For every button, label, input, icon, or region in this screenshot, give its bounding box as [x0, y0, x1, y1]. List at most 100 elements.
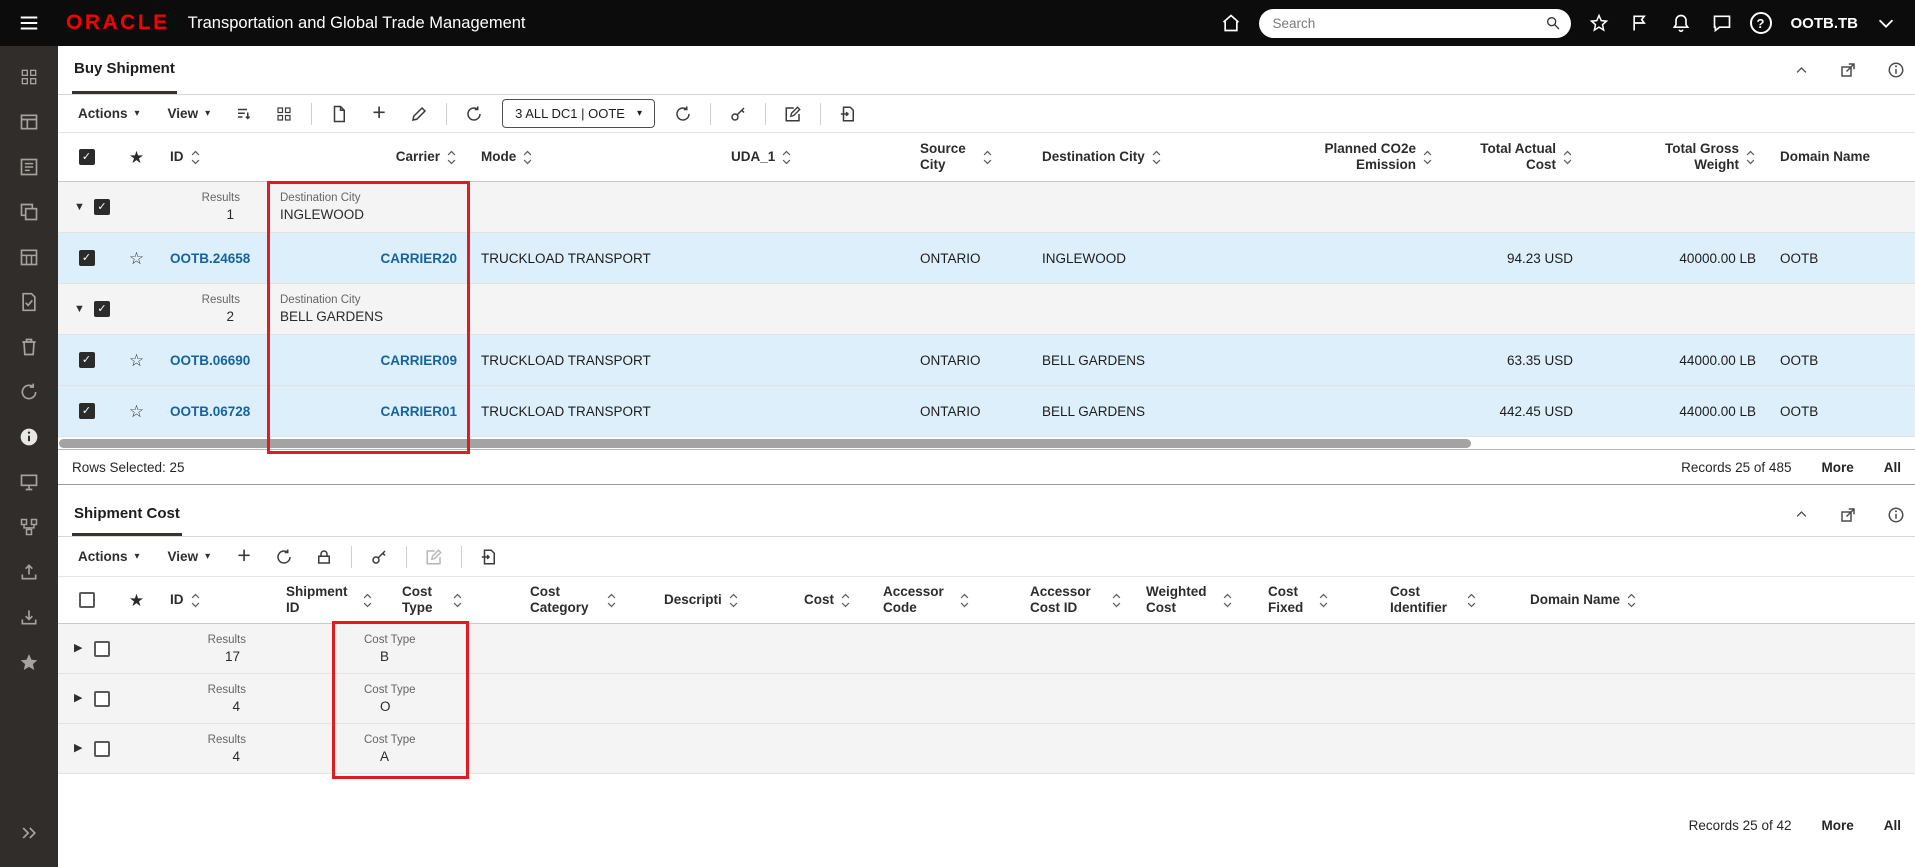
shipment-row[interactable]: ☆ OOTB.06728 CARRIER01 TRUCKLOAD TRANSPO… — [58, 386, 1915, 437]
panel-info-icon[interactable] — [1887, 506, 1905, 524]
column-header-cost-identifier[interactable]: Cost Identifier — [1378, 577, 1518, 623]
document-check-icon[interactable] — [0, 279, 58, 324]
sort-icon[interactable] — [606, 592, 617, 609]
mass-edit-button[interactable] — [418, 542, 450, 572]
column-header-mode[interactable]: Mode — [469, 133, 719, 181]
group-row[interactable]: ▼ Results 2 Destination City BELL GARDEN… — [58, 284, 1915, 335]
sort-icon[interactable] — [781, 149, 792, 166]
column-header-uda1[interactable]: UDA_1 — [719, 133, 908, 181]
column-header-weighted-cost[interactable]: Weighted Cost — [1134, 577, 1256, 623]
column-header-carrier[interactable]: Carrier — [268, 133, 469, 181]
export-button[interactable] — [473, 542, 505, 572]
group-checkbox[interactable] — [94, 199, 110, 215]
expand-group-icon[interactable]: ▶ — [74, 643, 86, 654]
add-button[interactable]: + — [363, 99, 395, 129]
row-checkbox[interactable] — [78, 352, 95, 368]
collapse-panel-icon[interactable] — [1794, 63, 1809, 78]
column-header-description[interactable]: Descripti — [652, 577, 792, 623]
favorite-column-icon[interactable]: ★ — [129, 592, 144, 609]
shipments-table-icon[interactable] — [0, 99, 58, 144]
open-in-new-window-icon[interactable] — [1839, 506, 1857, 524]
sort-icon[interactable] — [1422, 149, 1433, 166]
column-header-id[interactable]: ID — [158, 133, 268, 181]
sort-icon[interactable] — [1466, 592, 1477, 609]
collapse-group-icon[interactable]: ▼ — [74, 201, 86, 213]
carrier-link[interactable]: CARRIER20 — [380, 251, 457, 266]
sort-icon[interactable] — [522, 149, 533, 166]
sort-icon[interactable] — [1111, 592, 1122, 609]
sort-icon[interactable] — [1318, 592, 1329, 609]
column-header-destination-city[interactable]: Destination City — [1030, 133, 1280, 181]
row-checkbox[interactable] — [78, 403, 95, 419]
column-header-accessorial-code[interactable]: Accessor Code — [871, 577, 1018, 623]
sort-icon[interactable] — [1562, 149, 1573, 166]
sort-icon[interactable] — [1745, 149, 1756, 166]
workflow-icon[interactable] — [0, 504, 58, 549]
horizontal-scrollbar-thumb[interactable] — [59, 438, 1471, 448]
edit-button[interactable] — [403, 99, 435, 129]
shipment-id-link[interactable]: OOTB.06728 — [170, 404, 250, 419]
column-header-source-city[interactable]: Source City — [908, 133, 1030, 181]
column-header-domain-name[interactable]: Domain Name — [1518, 577, 1677, 623]
reload-search-button[interactable] — [667, 99, 699, 129]
cost-group-row[interactable]: ▶ Results 4 Cost Type O — [58, 674, 1915, 724]
sort-icon[interactable] — [362, 592, 373, 609]
sort-icon[interactable] — [982, 149, 993, 166]
horizontal-scrollbar-track[interactable] — [58, 437, 1915, 449]
column-header-id[interactable]: ID — [158, 577, 274, 623]
grouping-button[interactable] — [268, 99, 300, 129]
sort-icon[interactable] — [446, 149, 457, 166]
panel-info-icon[interactable] — [1887, 61, 1905, 79]
actions-menu-button[interactable]: Actions ▾ — [68, 102, 150, 125]
collapse-group-icon[interactable]: ▼ — [74, 303, 86, 315]
all-button[interactable]: All — [1884, 818, 1901, 833]
column-header-total-actual-cost[interactable]: Total Actual Cost — [1445, 133, 1585, 181]
user-menu[interactable]: OOTB.TB — [1791, 15, 1859, 32]
hamburger-menu-icon[interactable] — [0, 0, 58, 46]
notifications-bell-icon[interactable] — [1668, 10, 1694, 36]
trash-icon[interactable] — [0, 324, 58, 369]
home-icon[interactable] — [1218, 10, 1244, 36]
unlock-key-button[interactable] — [363, 542, 395, 572]
cost-group-row[interactable]: ▶ Results 17 Cost Type B — [58, 624, 1915, 674]
sort-icon[interactable] — [1626, 592, 1637, 609]
sort-icon[interactable] — [840, 592, 851, 609]
more-button[interactable]: More — [1821, 460, 1853, 475]
select-all-checkbox[interactable] — [78, 592, 95, 608]
column-header-shipment-id[interactable]: Shipment ID — [274, 577, 390, 623]
column-header-accessorial-cost-id[interactable]: Accessor Cost ID — [1018, 577, 1134, 623]
column-header-cost-fixed[interactable]: Cost Fixed — [1256, 577, 1378, 623]
add-button[interactable]: + — [228, 542, 260, 572]
shipment-id-link[interactable]: OOTB.24658 — [170, 251, 250, 266]
help-icon[interactable]: ? — [1749, 12, 1772, 34]
refresh-button[interactable] — [268, 542, 300, 572]
export-button[interactable] — [832, 99, 864, 129]
sort-icon[interactable] — [1151, 149, 1162, 166]
favorite-icon[interactable]: ☆ — [129, 352, 144, 369]
sort-icon[interactable] — [452, 592, 463, 609]
mass-edit-button[interactable] — [777, 99, 809, 129]
sort-icon[interactable] — [190, 592, 201, 609]
view-menu-button[interactable]: View ▾ — [158, 102, 221, 125]
user-menu-chevron-down-icon[interactable] — [1873, 10, 1899, 36]
group-checkbox[interactable] — [94, 690, 110, 707]
apps-grid-icon[interactable] — [0, 54, 58, 99]
column-header-planned-co2e[interactable]: Planned CO2e Emission — [1280, 133, 1445, 181]
sort-icon[interactable] — [728, 592, 739, 609]
collapse-panel-icon[interactable] — [1794, 507, 1809, 522]
copy-icon[interactable] — [0, 189, 58, 234]
favorite-icon[interactable]: ☆ — [129, 403, 144, 420]
shipment-row[interactable]: ☆ OOTB.06690 CARRIER09 TRUCKLOAD TRANSPO… — [58, 335, 1915, 386]
group-row[interactable]: ▼ Results 1 Destination City INGLEWOOD — [58, 182, 1915, 233]
carrier-link[interactable]: CARRIER09 — [380, 353, 457, 368]
info-filled-icon[interactable] — [0, 414, 58, 459]
all-button[interactable]: All — [1884, 460, 1901, 475]
shipment-id-link[interactable]: OOTB.06690 — [170, 353, 250, 368]
open-in-new-window-icon[interactable] — [1839, 61, 1857, 79]
sort-icon[interactable] — [959, 592, 970, 609]
sort-button[interactable] — [228, 99, 260, 129]
refresh-button[interactable] — [458, 99, 490, 129]
group-checkbox[interactable] — [94, 640, 110, 657]
expand-group-icon[interactable]: ▶ — [74, 743, 86, 754]
monitor-icon[interactable] — [0, 459, 58, 504]
